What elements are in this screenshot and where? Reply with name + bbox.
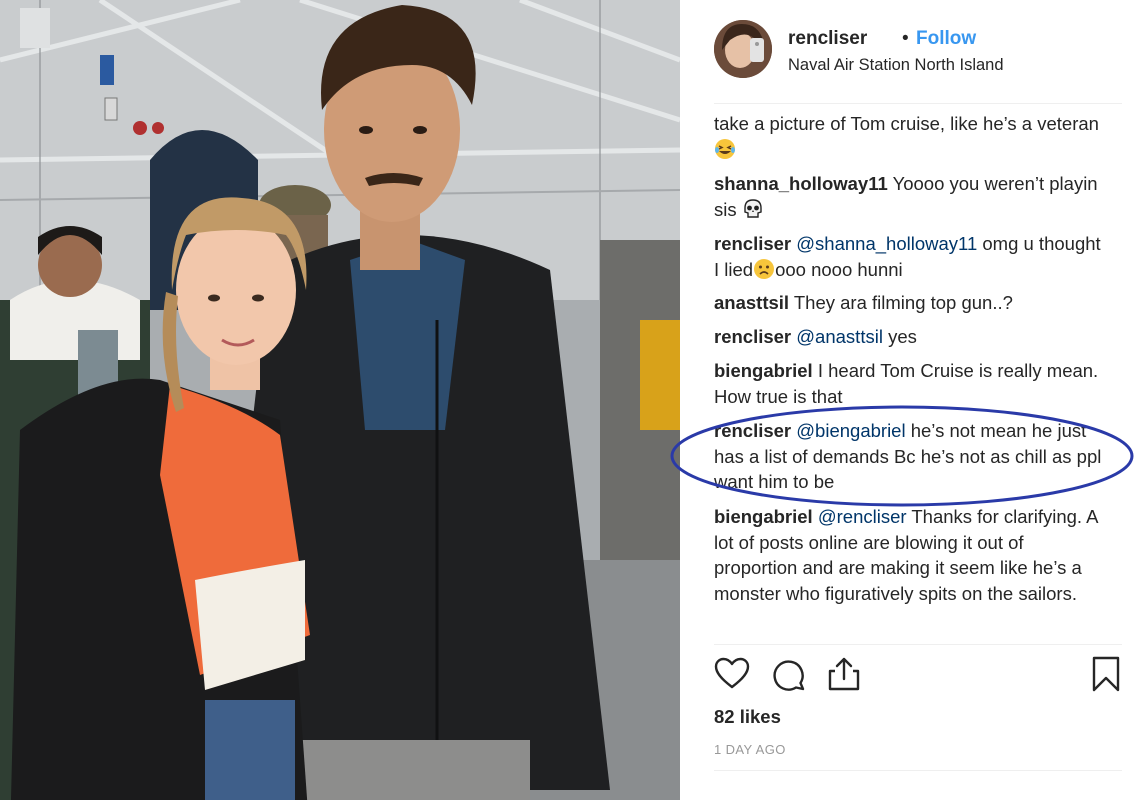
comment-text: yes — [888, 326, 917, 347]
comment-text: take a picture of Tom cruise, like he’s … — [714, 113, 1099, 134]
bookmark-icon[interactable] — [1088, 656, 1124, 692]
comment-text: They ara filming top gun..? — [793, 292, 1013, 313]
post-sidebar: rencliser • Follow Naval Air Station Nor… — [680, 0, 1136, 800]
comment-mention[interactable]: @anasttsil — [796, 326, 883, 347]
comment-text-continued: ooo nooo hunni — [775, 258, 903, 280]
comment-item: anasttsil They ara filming top gun..? — [714, 290, 1106, 316]
photo-illustration — [0, 0, 680, 800]
comment-item: shanna_holloway11 Yoooo you weren’t play… — [714, 171, 1106, 222]
action-bar — [714, 656, 1124, 696]
comment-mention[interactable]: @shanna_holloway11 — [796, 233, 977, 254]
comments-divider — [714, 644, 1122, 645]
post-header: rencliser • Follow Naval Air Station Nor… — [714, 20, 1114, 80]
comment-item: rencliser @anasttsil yes — [714, 324, 1106, 350]
likes-count[interactable]: 82 likes — [714, 706, 781, 728]
post-location[interactable]: Naval Air Station North Island — [788, 56, 1004, 75]
laughing-tears-emoji-icon — [715, 138, 735, 159]
comment-item: rencliser @biengabriel he’s not mean he … — [714, 418, 1106, 495]
comment-mention[interactable]: @rencliser — [818, 506, 907, 527]
comment-bubble-icon[interactable] — [770, 656, 806, 692]
comments-list[interactable]: take a picture of Tom cruise, like he’s … — [714, 104, 1114, 640]
comment-item: biengabriel @rencliser Thanks for clarif… — [714, 504, 1106, 606]
skull-emoji-icon — [744, 198, 762, 218]
comment-item: rencliser @shanna_holloway11 omg u thoug… — [714, 231, 1106, 282]
follow-button[interactable]: Follow — [916, 28, 976, 50]
comment-username[interactable]: biengabriel — [714, 506, 813, 527]
comment-mention[interactable]: @biengabriel — [796, 420, 905, 441]
comment-item: take a picture of Tom cruise, like he’s … — [714, 111, 1106, 162]
share-icon[interactable] — [826, 656, 862, 692]
avatar[interactable] — [714, 20, 772, 78]
post-author-username[interactable]: rencliser — [788, 28, 867, 50]
avatar-image — [714, 20, 772, 78]
comment-username[interactable]: anasttsil — [714, 292, 789, 313]
post-timestamp[interactable]: 1 DAY AGO — [714, 742, 786, 757]
heart-icon[interactable] — [714, 656, 750, 692]
comment-item: biengabriel I heard Tom Cruise is really… — [714, 358, 1106, 409]
comment-username[interactable]: rencliser — [714, 326, 791, 347]
comment-username[interactable]: rencliser — [714, 420, 791, 441]
comment-username[interactable]: rencliser — [714, 233, 791, 254]
sad-face-emoji-icon — [754, 258, 775, 279]
comment-username[interactable]: biengabriel — [714, 360, 813, 381]
post-photo[interactable] — [0, 0, 680, 800]
footer-divider — [714, 770, 1122, 771]
separator-dot: • — [902, 28, 909, 49]
comment-username[interactable]: shanna_holloway11 — [714, 173, 888, 194]
